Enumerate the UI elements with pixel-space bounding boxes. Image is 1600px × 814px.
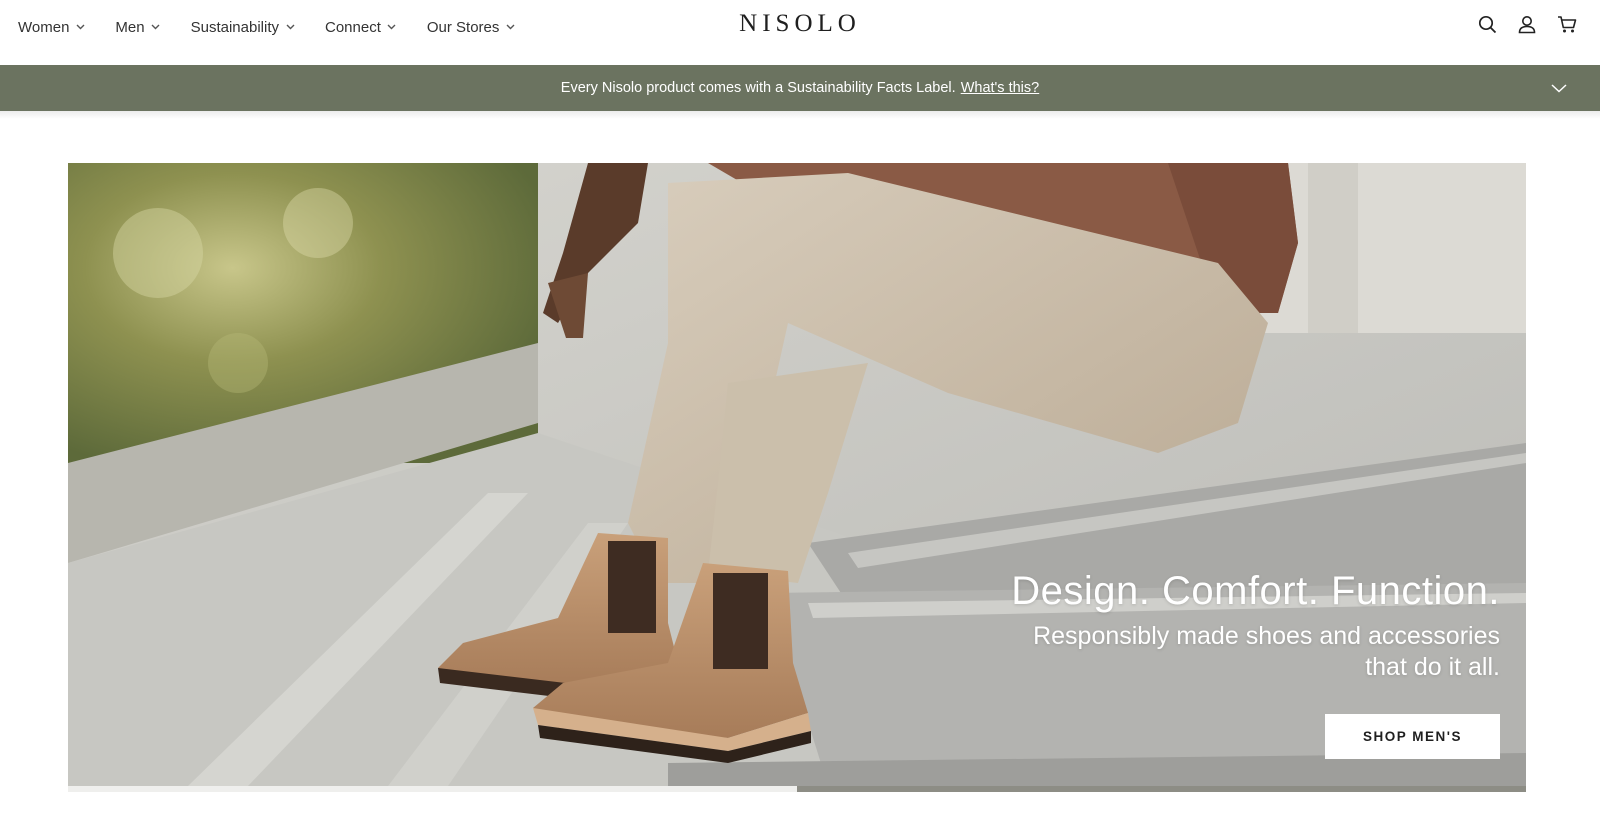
header-shadow xyxy=(0,111,1600,119)
hero-image xyxy=(68,163,1526,786)
hero-slideshow: Design. Comfort. Function. Responsibly m… xyxy=(68,163,1526,786)
chevron-down-icon xyxy=(285,22,295,32)
announcement-bar: Every Nisolo product comes with a Sustai… xyxy=(0,65,1600,111)
chevron-down-icon xyxy=(151,22,161,32)
slideshow-progress[interactable] xyxy=(68,786,1526,792)
site-header: Women Men Sustainability Connect Our Sto… xyxy=(0,0,1600,65)
chevron-down-icon[interactable] xyxy=(1550,80,1568,96)
hero-text: Design. Comfort. Function. Responsibly m… xyxy=(1011,567,1500,683)
nav-item-label: Sustainability xyxy=(190,18,279,36)
nav-item-label: Connect xyxy=(325,18,381,36)
search-icon[interactable] xyxy=(1476,13,1498,35)
whats-this-link[interactable]: What's this? xyxy=(961,80,1040,96)
chevron-down-icon xyxy=(505,22,515,32)
site-logo[interactable]: NISOLO xyxy=(739,10,861,37)
chevron-down-icon xyxy=(387,22,397,32)
nav-item-women[interactable]: Women xyxy=(18,16,85,38)
nav-item-our-stores[interactable]: Our Stores xyxy=(427,16,516,38)
account-icon[interactable] xyxy=(1516,13,1538,35)
cart-icon[interactable] xyxy=(1556,13,1578,35)
nav-item-sustainability[interactable]: Sustainability xyxy=(191,16,295,38)
nav-item-label: Women xyxy=(18,18,70,36)
header-icons xyxy=(1458,13,1578,35)
hero-subtitle: Responsibly made shoes and accessories t… xyxy=(1033,622,1500,681)
main-nav: Women Men Sustainability Connect Our Sto… xyxy=(18,16,545,38)
chevron-down-icon xyxy=(75,22,85,32)
nav-item-men[interactable]: Men xyxy=(115,16,160,38)
slideshow-progress-fill xyxy=(797,786,1526,792)
hero-title: Design. Comfort. Function. xyxy=(1011,569,1500,613)
nav-item-connect[interactable]: Connect xyxy=(325,16,397,38)
nav-item-label: Men xyxy=(115,18,145,36)
announcement-text: Every Nisolo product comes with a Sustai… xyxy=(560,80,956,96)
shop-mens-button[interactable]: SHOP MEN'S xyxy=(1325,714,1500,759)
nav-item-label: Our Stores xyxy=(426,18,500,36)
